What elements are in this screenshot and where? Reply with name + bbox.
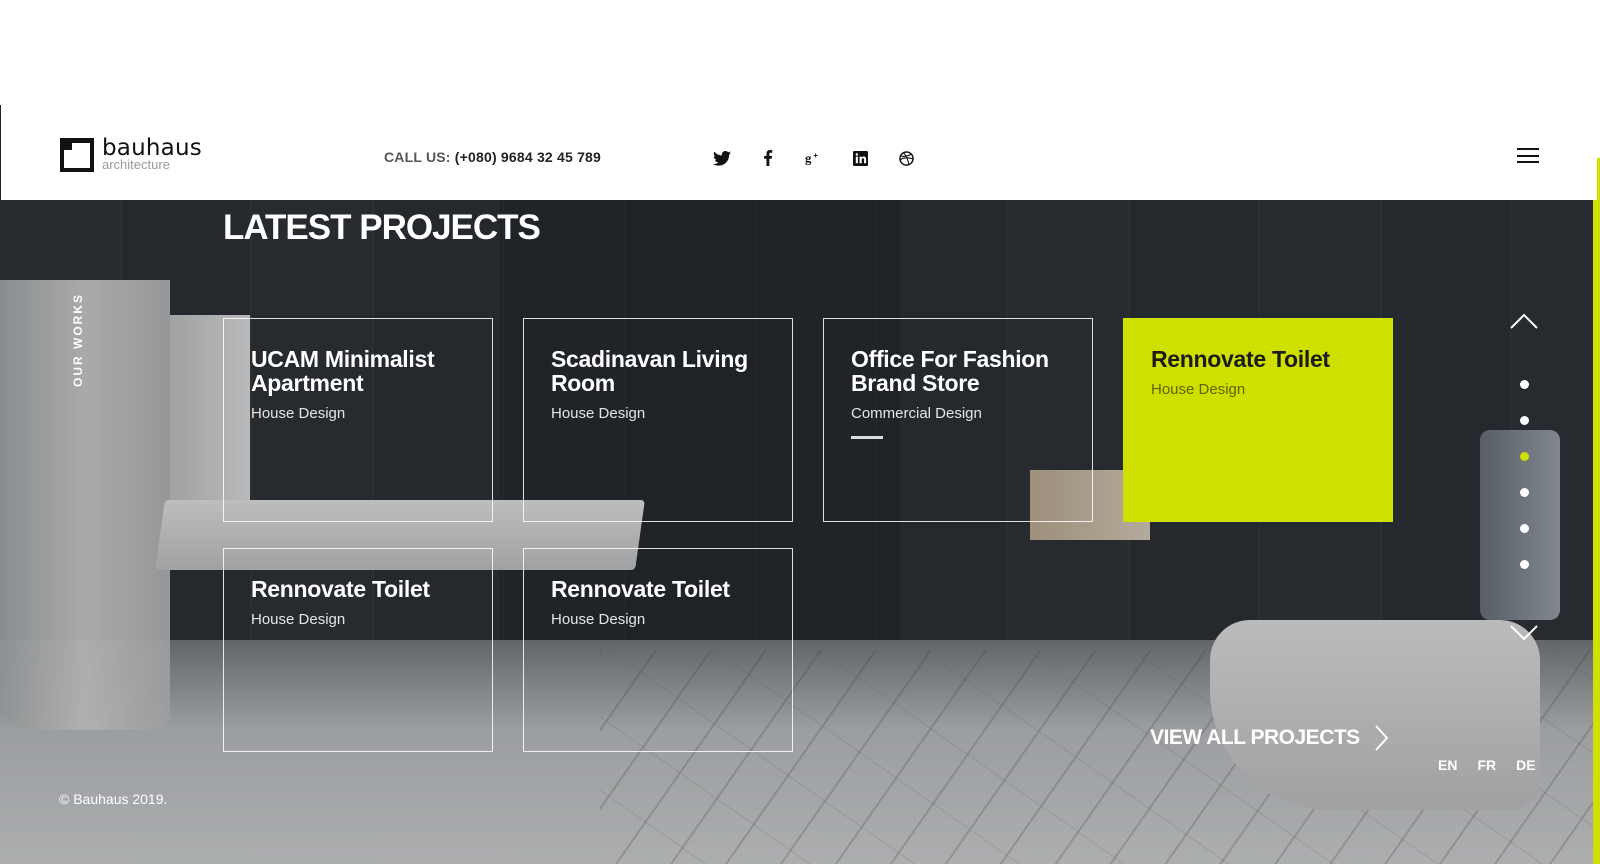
hero-section: LATEST PROJECTS OUR WORKS UCAM Minimalis… bbox=[0, 200, 1600, 864]
facebook-icon[interactable] bbox=[759, 149, 777, 167]
project-category: House Design bbox=[551, 611, 646, 628]
lang-de[interactable]: DE bbox=[1516, 757, 1535, 773]
logo-mark-icon bbox=[58, 136, 94, 172]
pager-dot-active[interactable] bbox=[1520, 452, 1529, 461]
project-title: Rennovate Toilet bbox=[251, 576, 430, 602]
pager-dot[interactable] bbox=[1520, 416, 1529, 425]
project-card[interactable]: Scadinavan Living Room House Design bbox=[523, 318, 793, 522]
background-overlay bbox=[0, 200, 1600, 864]
pager-dot[interactable] bbox=[1520, 380, 1529, 389]
logo[interactable]: bauhaus architecture bbox=[58, 136, 202, 172]
accent-bar bbox=[1593, 200, 1600, 864]
phone-number[interactable]: (+080) 9684 32 45 789 bbox=[455, 149, 601, 165]
twitter-icon[interactable] bbox=[713, 149, 731, 167]
section-title: LATEST PROJECTS bbox=[223, 208, 541, 247]
lang-fr[interactable]: FR bbox=[1477, 757, 1496, 773]
svg-text:+: + bbox=[813, 151, 818, 160]
language-switcher: EN FR DE bbox=[1438, 757, 1536, 773]
project-category: House Design bbox=[1151, 381, 1246, 398]
view-all-projects-link[interactable]: VIEW ALL PROJECTS bbox=[1150, 725, 1388, 751]
our-works-label: OUR WORKS bbox=[71, 293, 85, 387]
project-card-active[interactable]: Rennovate Toilet House Design bbox=[1123, 318, 1393, 522]
page: bauhaus architecture CALL US: (+080) 968… bbox=[0, 0, 1600, 864]
project-card[interactable]: Office For Fashion Brand Store Commercia… bbox=[823, 318, 1093, 522]
project-title: Rennovate Toilet bbox=[1151, 346, 1330, 372]
project-category: House Design bbox=[251, 405, 346, 422]
svg-text:g: g bbox=[805, 152, 812, 166]
menu-hamburger-icon[interactable] bbox=[1517, 148, 1539, 163]
project-title: Scadinavan Living Room bbox=[551, 346, 748, 396]
pager-dot[interactable] bbox=[1520, 524, 1529, 533]
project-title: UCAM Minimalist Apartment bbox=[251, 346, 435, 396]
lang-en[interactable]: EN bbox=[1438, 757, 1457, 773]
google-plus-icon[interactable]: g + bbox=[805, 149, 823, 167]
chevron-down-icon[interactable] bbox=[1510, 624, 1538, 642]
site-header: bauhaus architecture CALL US: (+080) 968… bbox=[0, 105, 1600, 200]
top-blank bbox=[0, 0, 1600, 105]
pager-dot[interactable] bbox=[1520, 560, 1529, 569]
project-card[interactable]: UCAM Minimalist Apartment House Design bbox=[223, 318, 493, 522]
linkedin-icon[interactable] bbox=[851, 149, 869, 167]
call-us: CALL US: (+080) 9684 32 45 789 bbox=[384, 149, 601, 165]
hover-dash bbox=[851, 436, 883, 439]
project-title: Rennovate Toilet bbox=[551, 576, 730, 602]
project-title: Office For Fashion Brand Store bbox=[851, 346, 1049, 396]
chevron-right-icon bbox=[1374, 725, 1388, 751]
project-category: House Design bbox=[251, 611, 346, 628]
logo-text: bauhaus architecture bbox=[102, 136, 202, 172]
chevron-up-icon[interactable] bbox=[1510, 312, 1538, 330]
view-all-label: VIEW ALL PROJECTS bbox=[1150, 726, 1360, 749]
dribbble-icon[interactable] bbox=[897, 149, 915, 167]
project-category: House Design bbox=[551, 405, 646, 422]
project-card[interactable]: Rennovate Toilet House Design bbox=[223, 548, 493, 752]
pager-dot[interactable] bbox=[1520, 488, 1529, 497]
copyright: © Bauhaus 2019. bbox=[59, 791, 168, 807]
social-links: g + bbox=[713, 149, 915, 167]
pager-dots bbox=[1520, 380, 1529, 569]
project-card[interactable]: Rennovate Toilet House Design bbox=[523, 548, 793, 752]
call-label: CALL US: bbox=[384, 149, 451, 165]
project-category: Commercial Design bbox=[851, 405, 982, 422]
brand-tagline: architecture bbox=[102, 157, 170, 172]
